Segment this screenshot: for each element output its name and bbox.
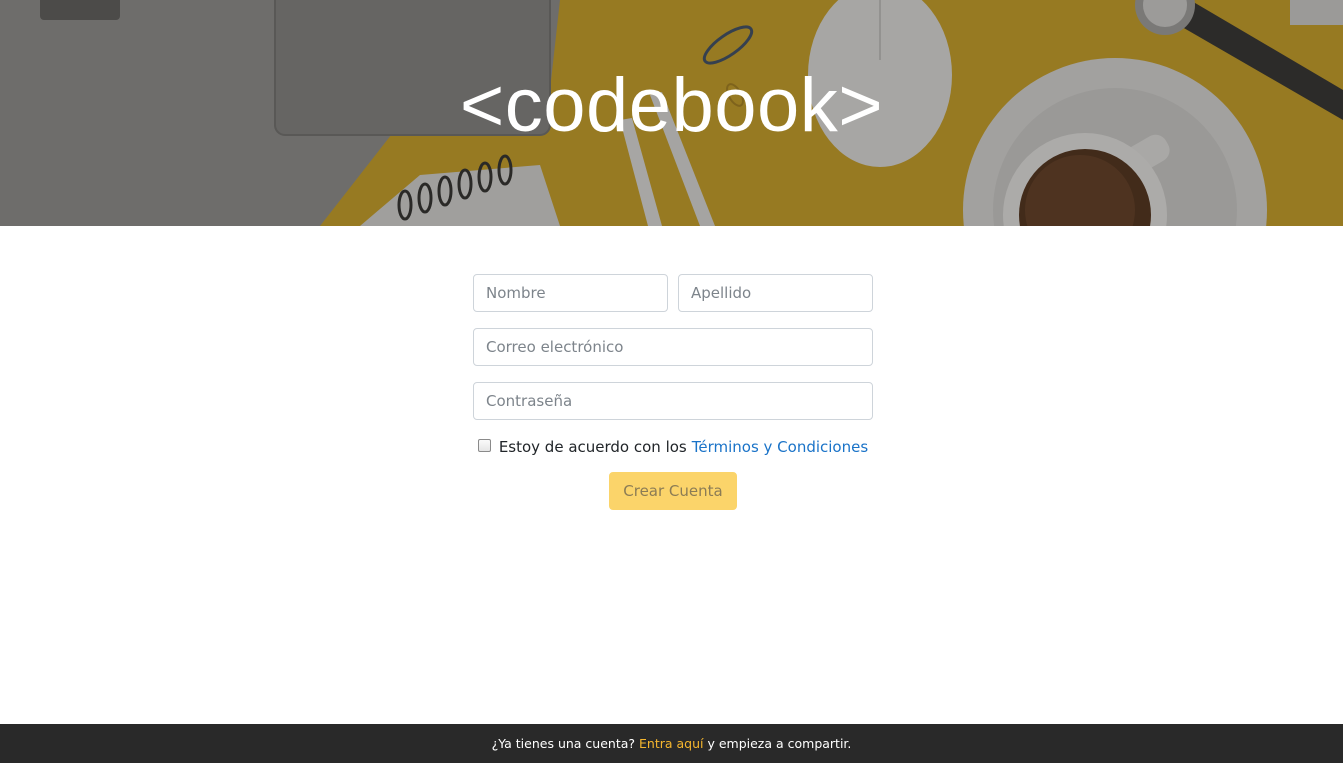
signup-form: Estoy de acuerdo con los Términos y Cond… xyxy=(473,274,873,510)
terms-link[interactable]: Términos y Condiciones xyxy=(692,438,868,456)
terms-agreement: Estoy de acuerdo con los Términos y Cond… xyxy=(473,438,873,456)
name-row xyxy=(473,274,873,312)
site-logo-title: <codebook> xyxy=(459,63,884,148)
email-input[interactable] xyxy=(473,328,873,366)
email-row xyxy=(473,328,873,366)
last-name-input[interactable] xyxy=(678,274,873,312)
terms-checkbox[interactable] xyxy=(477,438,491,452)
password-input[interactable] xyxy=(473,382,873,420)
password-row xyxy=(473,382,873,420)
footer-suffix-text: y empieza a compartir. xyxy=(703,736,852,751)
login-link[interactable]: Entra aquí xyxy=(639,736,703,751)
footer-bar: ¿Ya tienes una cuenta? Entra aquí y empi… xyxy=(0,724,1343,763)
create-account-button[interactable]: Crear Cuenta xyxy=(609,472,737,510)
terms-label: Estoy de acuerdo con los xyxy=(498,438,687,456)
signup-page: <codebook> Estoy de acuerdo con los Térm… xyxy=(0,0,1343,763)
hero-banner: <codebook> xyxy=(0,0,1343,226)
footer-prefix-text: ¿Ya tienes una cuenta? xyxy=(491,736,639,751)
submit-wrapper: Crear Cuenta xyxy=(473,472,873,510)
first-name-input[interactable] xyxy=(473,274,668,312)
